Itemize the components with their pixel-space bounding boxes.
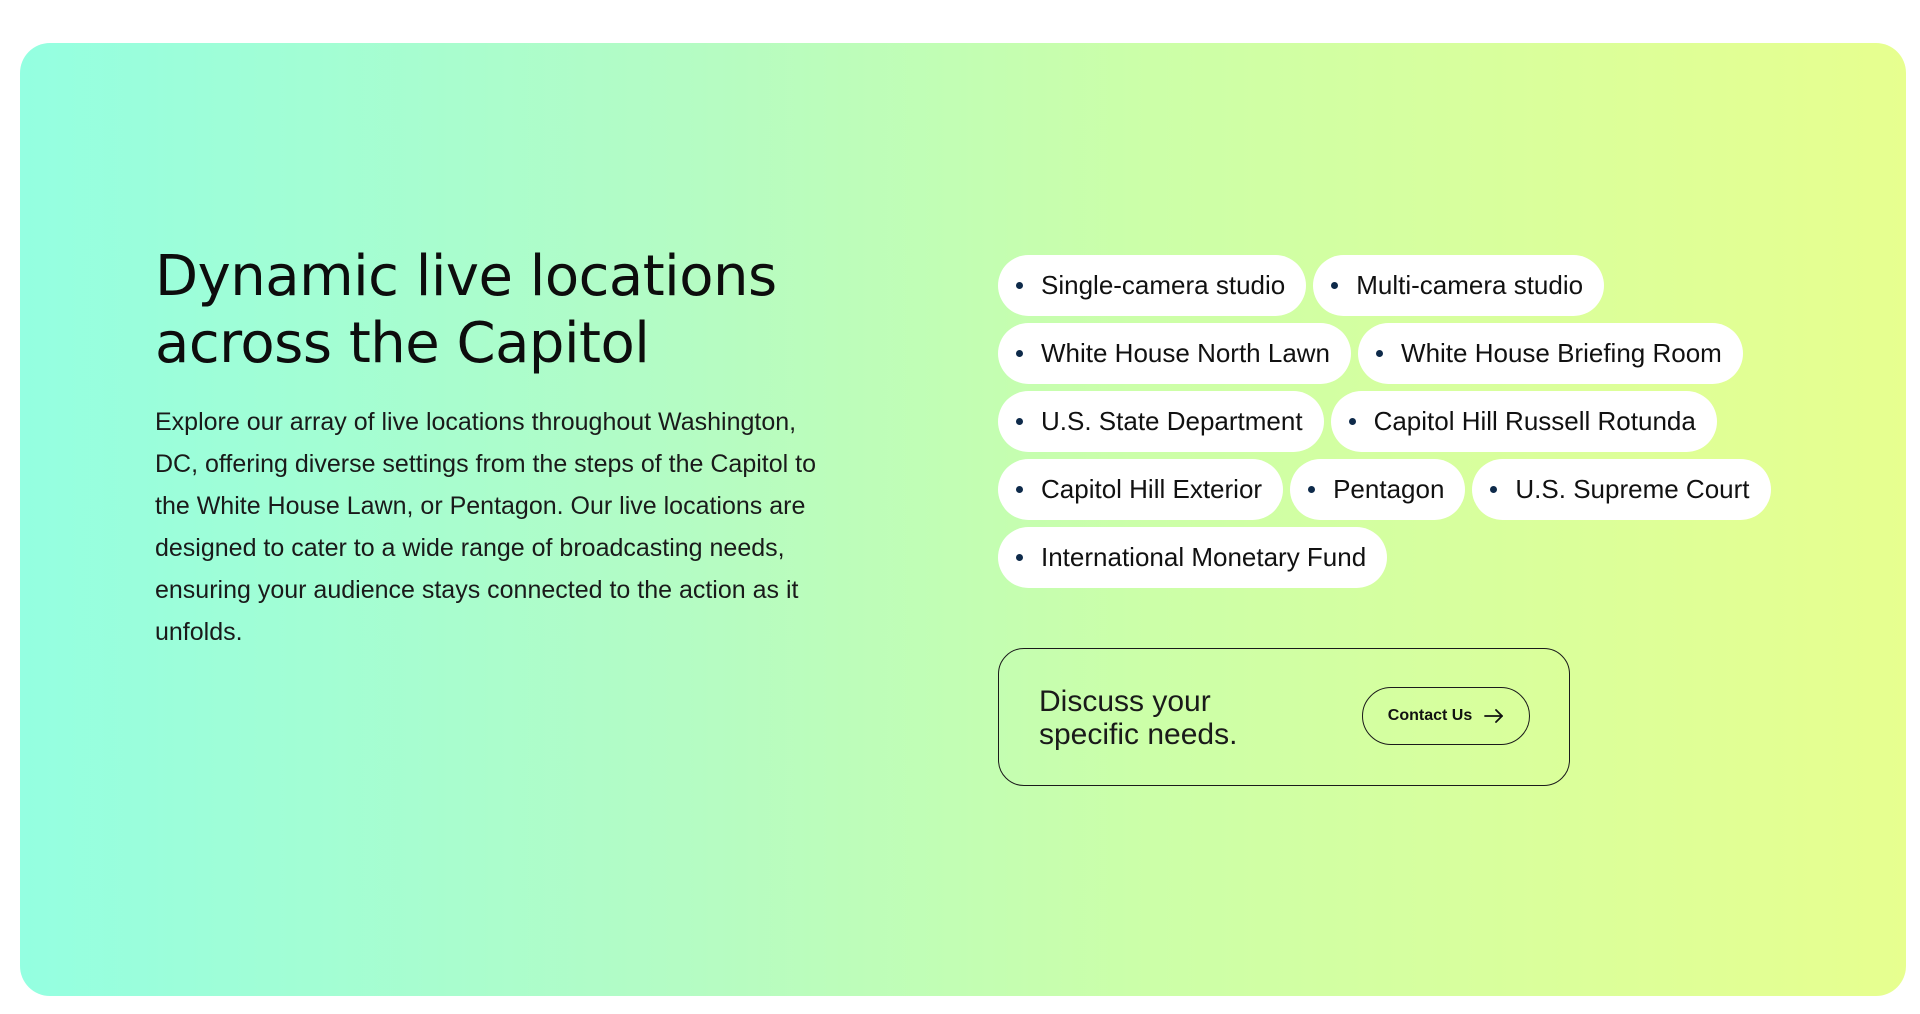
location-tag-label: U.S. State Department	[1041, 406, 1303, 436]
location-tag-label: Capitol Hill Exterior	[1041, 474, 1263, 504]
location-tag-label: Single-camera studio	[1041, 270, 1286, 300]
location-tag-label: U.S. Supreme Court	[1515, 474, 1750, 504]
contact-us-button[interactable]: Contact Us	[1362, 687, 1530, 745]
location-tag: U.S. Supreme Court	[1472, 459, 1771, 520]
location-tag-label: Pentagon	[1333, 474, 1445, 504]
location-tag-label: White House North Lawn	[1041, 338, 1331, 368]
location-tag-label: International Monetary Fund	[1041, 542, 1367, 572]
bullet-dot-icon	[1348, 418, 1356, 425]
location-tag-label: Capitol Hill Russell Rotunda	[1373, 406, 1696, 436]
contact-cta-box: Discuss your specific needs. Contact Us	[998, 648, 1570, 786]
bullet-dot-icon	[1308, 486, 1316, 493]
location-tag: International Monetary Fund	[998, 527, 1388, 588]
section-title-line-1: Dynamic live locations	[155, 244, 777, 309]
bullet-dot-icon	[1490, 486, 1498, 493]
locations-column: Single-camera studio Multi-camera studio…	[998, 255, 1818, 786]
bullet-dot-icon	[1016, 282, 1023, 289]
location-tag-label: Multi-camera studio	[1356, 270, 1584, 300]
bullet-dot-icon	[1016, 554, 1023, 561]
location-tag: U.S. State Department	[998, 391, 1324, 452]
cta-text: Discuss your specific needs.	[1039, 685, 1299, 751]
location-tag-list: Single-camera studio Multi-camera studio…	[998, 255, 1818, 588]
location-tag: Capitol Hill Exterior	[998, 459, 1284, 520]
cta-text-line-1: Discuss your	[1039, 685, 1211, 718]
locations-section: Dynamic live locations across the Capito…	[20, 43, 1906, 996]
section-description: Explore our array of live locations thro…	[155, 408, 816, 646]
section-title-line-2: across the Capitol	[155, 311, 650, 376]
location-tag-label: White House Briefing Room	[1401, 338, 1722, 368]
bullet-dot-icon	[1016, 486, 1023, 493]
contact-us-label: Contact Us	[1387, 707, 1473, 724]
bullet-dot-icon	[1376, 350, 1384, 357]
cta-text-line-2: specific needs.	[1039, 718, 1238, 751]
intro-column: Dynamic live locations across the Capito…	[155, 243, 835, 653]
section-title: Dynamic live locations across the Capito…	[155, 243, 835, 377]
bullet-dot-icon	[1016, 418, 1023, 425]
location-tag: Single-camera studio	[998, 255, 1307, 316]
bullet-dot-icon	[1331, 282, 1339, 289]
arrow-right-icon	[1484, 709, 1504, 723]
location-tag: White House North Lawn	[998, 323, 1352, 384]
location-tag: Capitol Hill Russell Rotunda	[1330, 391, 1717, 452]
location-tag: Multi-camera studio	[1313, 255, 1605, 316]
location-tag: Pentagon	[1290, 459, 1466, 520]
bullet-dot-icon	[1016, 350, 1023, 357]
location-tag: White House Briefing Room	[1358, 323, 1743, 384]
